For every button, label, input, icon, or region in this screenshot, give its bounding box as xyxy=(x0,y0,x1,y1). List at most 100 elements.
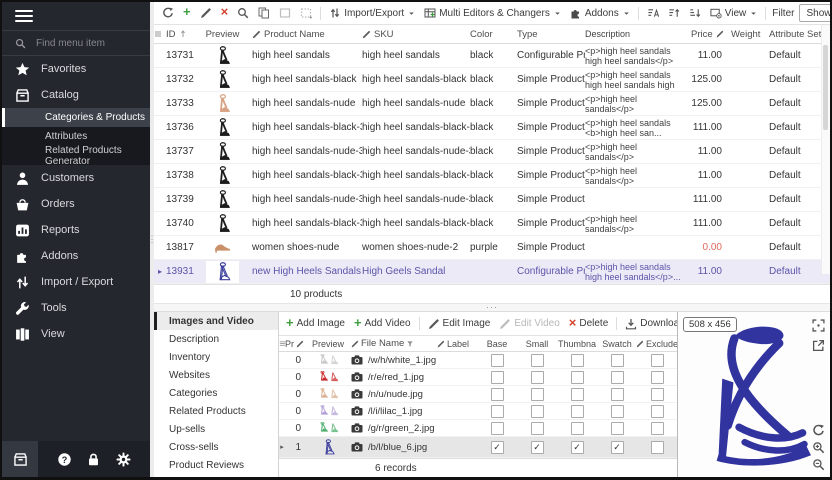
image-row-g-r-green-2-jpg[interactable]: 0/g/r/green_2.jpg xyxy=(279,420,677,437)
exclude-checkbox[interactable] xyxy=(651,422,664,435)
open-external-icon[interactable] xyxy=(812,339,825,352)
swatch-checkbox[interactable] xyxy=(611,371,624,384)
product-row-13731[interactable]: 13731high heel sandalshigh heel sandalsb… xyxy=(154,44,830,68)
thumbnail-checkbox[interactable] xyxy=(571,354,584,367)
store-manager-button[interactable] xyxy=(2,441,38,477)
sidebar-item-tools[interactable]: Tools xyxy=(2,295,150,321)
sidebar-item-orders[interactable]: Orders xyxy=(2,191,150,217)
exclude-checkbox[interactable] xyxy=(651,371,664,384)
sidebar-item-reports[interactable]: Reports xyxy=(2,217,150,243)
swatch-checkbox[interactable] xyxy=(611,422,624,435)
image-row-w-h-white-1-jpg[interactable]: 0/w/h/white_1.jpg xyxy=(279,352,677,369)
paste-button[interactable] xyxy=(275,5,295,21)
tab-cross-sells[interactable]: Cross-sells xyxy=(154,438,278,456)
search-products-button[interactable] xyxy=(233,5,253,21)
sidebar-item-view[interactable]: View xyxy=(2,321,150,347)
exclude-checkbox[interactable] xyxy=(651,388,664,401)
download-image-button[interactable]: Download Image xyxy=(621,316,677,332)
thumbnail-checkbox[interactable] xyxy=(571,388,584,401)
tab-related-products[interactable]: Related Products xyxy=(154,402,278,420)
tab-description[interactable]: Description xyxy=(154,330,278,348)
refresh-button[interactable] xyxy=(158,5,178,21)
column-header-product-name[interactable]: Product Name xyxy=(252,29,362,40)
help-icon[interactable]: ? xyxy=(57,452,72,467)
sidebar-item-categories-products[interactable]: Categories & Products xyxy=(2,108,150,127)
sidebar-item-catalog[interactable]: Catalog xyxy=(2,82,150,108)
add-video-button[interactable]: +Add Video xyxy=(350,316,415,332)
small-checkbox[interactable]: ✓ xyxy=(531,441,544,454)
base-checkbox[interactable] xyxy=(491,405,504,418)
add-product-button[interactable]: + xyxy=(179,5,195,21)
image-row-l-i-lilac-1-jpg[interactable]: 0/l/i/lilac_1.jpg xyxy=(279,403,677,420)
addons-button[interactable]: Addons xyxy=(566,5,634,21)
tab-websites[interactable]: Websites xyxy=(154,366,278,384)
product-row-13733[interactable]: 13733high heel sandals-nudehigh heel san… xyxy=(154,92,830,116)
detail-splitter[interactable]: ··· xyxy=(154,303,830,312)
thumbnail-checkbox[interactable] xyxy=(571,422,584,435)
thumbnail-checkbox[interactable]: ✓ xyxy=(571,441,584,454)
column-header-label[interactable]: Label xyxy=(437,339,477,349)
tab-product-reviews[interactable]: Product Reviews xyxy=(154,456,278,474)
product-row-13736[interactable]: 13736high heel sandals-black-36high heel… xyxy=(154,116,830,140)
image-row-r-e-red-1-jpg[interactable]: 0/r/e/red_1.jpg xyxy=(279,369,677,386)
image-row-n-u-nude-jpg[interactable]: 0/n/u/nude.jpg xyxy=(279,386,677,403)
product-row-13739[interactable]: 13739high heel sandals-nude-37high heel … xyxy=(154,188,830,212)
sort-asc-button[interactable] xyxy=(664,5,684,21)
base-checkbox[interactable] xyxy=(491,422,504,435)
sidebar-item-import-export[interactable]: Import / Export xyxy=(2,269,150,295)
exclude-checkbox[interactable] xyxy=(651,354,664,367)
tab-up-sells[interactable]: Up-sells xyxy=(154,420,278,438)
settings-gear-icon[interactable] xyxy=(116,452,131,467)
delete-image-button[interactable]: ×Delete xyxy=(565,316,613,332)
small-checkbox[interactable] xyxy=(531,405,544,418)
base-checkbox[interactable] xyxy=(491,371,504,384)
column-header-swatch[interactable]: Swatch xyxy=(597,339,637,349)
sort-az-button[interactable] xyxy=(643,5,663,21)
column-header-type[interactable]: Type xyxy=(517,29,585,40)
edit-product-button[interactable] xyxy=(196,5,216,21)
tab-inventory[interactable]: Inventory xyxy=(154,348,278,366)
edit-image-button[interactable]: Edit Image xyxy=(424,316,495,332)
sidebar-item-addons[interactable]: Addons xyxy=(2,243,150,269)
column-header-selector[interactable] xyxy=(154,30,166,38)
image-row-b-l-blue-6-jpg[interactable]: ▸1/b/l/blue_6.jpg✓✓✓✓ xyxy=(279,437,677,458)
paste-special-button[interactable] xyxy=(296,5,316,21)
product-row-13737[interactable]: 13737high heel sandals-nude-36high heel … xyxy=(154,140,830,164)
product-row-13931[interactable]: ▸13931new High Heels SandalsHigh Geels S… xyxy=(154,260,830,284)
small-checkbox[interactable] xyxy=(531,388,544,401)
sidebar-item-attributes[interactable]: Attributes xyxy=(2,127,150,146)
zoom-out-icon[interactable] xyxy=(812,458,825,471)
swatch-checkbox[interactable] xyxy=(611,354,624,367)
swatch-checkbox[interactable] xyxy=(611,405,624,418)
column-header-small[interactable]: Small xyxy=(517,339,557,349)
column-header-thumbna[interactable]: Thumbna xyxy=(557,339,597,349)
base-checkbox[interactable]: ✓ xyxy=(491,441,504,454)
small-checkbox[interactable] xyxy=(531,371,544,384)
column-header-file-name[interactable]: File Name xyxy=(351,338,437,349)
scrollbar-thumb[interactable] xyxy=(823,45,828,130)
thumbnail-checkbox[interactable] xyxy=(571,405,584,418)
sidebar-item-favorites[interactable]: Favorites xyxy=(2,56,150,82)
lock-icon[interactable] xyxy=(86,452,101,467)
filter-select[interactable]: Show products from selected categories xyxy=(799,4,830,22)
sidebar-item-customers[interactable]: Customers xyxy=(2,165,150,191)
menu-search-input[interactable] xyxy=(34,37,138,50)
column-header-sku[interactable]: SKU xyxy=(362,29,470,40)
tab-images-and-video[interactable]: Images and Video xyxy=(154,312,278,330)
delete-product-button[interactable]: × xyxy=(217,5,233,21)
multi-editors-button[interactable]: Multi Editors & Changers xyxy=(420,5,565,21)
product-row-13732[interactable]: 13732high heel sandals-blackhigh heel sa… xyxy=(154,68,830,92)
column-header-pr[interactable]: Pr xyxy=(285,339,305,349)
tab-categories[interactable]: Categories xyxy=(154,384,278,402)
fit-to-screen-icon[interactable] xyxy=(812,319,825,332)
product-row-13740[interactable]: 13740high heel sandals-black-38high heel… xyxy=(154,212,830,236)
column-header-preview[interactable]: Preview xyxy=(198,29,252,40)
rotate-refresh-icon[interactable] xyxy=(812,424,825,437)
column-header-preview[interactable]: Preview xyxy=(305,339,351,349)
small-checkbox[interactable] xyxy=(531,354,544,367)
column-header-description[interactable]: Description xyxy=(585,29,691,39)
exclude-checkbox[interactable] xyxy=(651,441,664,454)
product-row-13817[interactable]: 13817women shoes-nudewomen shoes-nude-2p… xyxy=(154,236,830,260)
exclude-checkbox[interactable] xyxy=(651,405,664,418)
menu-toggle-button[interactable] xyxy=(15,10,33,22)
